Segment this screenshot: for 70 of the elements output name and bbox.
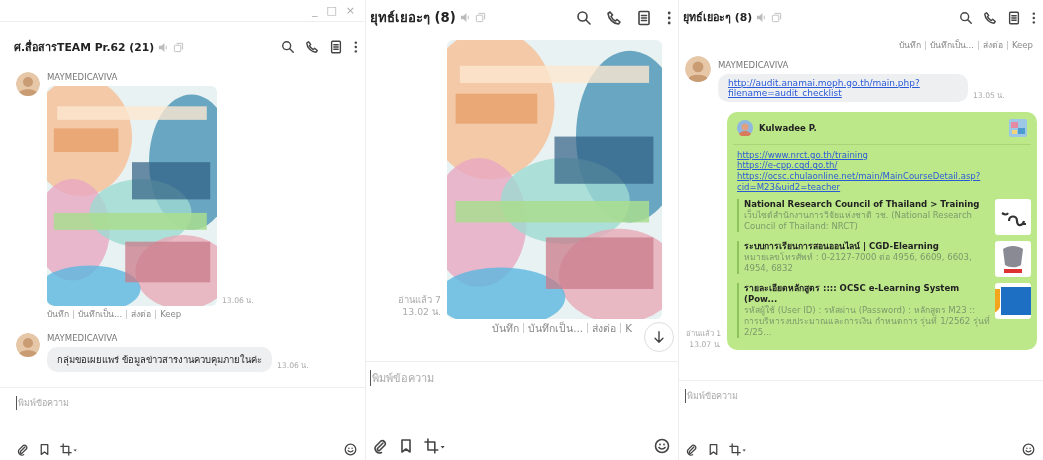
message-action[interactable]: บันทึกเป็น... (924, 41, 978, 50)
emoji-icon[interactable] (344, 443, 357, 456)
phone-icon[interactable] (305, 40, 320, 54)
message-action[interactable]: K (620, 323, 636, 334)
window-control[interactable]: × (345, 4, 355, 17)
message-action[interactable]: Keep (155, 310, 186, 319)
sender-name: MAYMEDICAVIVA (47, 332, 118, 343)
link[interactable]: https://ocsc.chulaonline.net/main/MainCourseDetail.asp? (737, 170, 981, 182)
phone-icon[interactable] (605, 9, 622, 26)
message-action[interactable]: บันทึกเป็น... (73, 310, 127, 319)
more-icon[interactable] (353, 40, 359, 54)
message-action[interactable]: บันทึก (898, 41, 925, 50)
crop-icon[interactable] (729, 443, 747, 456)
notes-icon[interactable] (1007, 10, 1022, 25)
message-input[interactable]: พิมพ์ข้อความ (685, 389, 887, 403)
read-receipt: อ่านแล้ว 7 (398, 293, 441, 307)
avatar (16, 332, 40, 357)
link[interactable]: cid=M23&uid2=teacher (737, 181, 841, 193)
message-action[interactable]: ส่งต่อ (977, 41, 1007, 50)
bookmark-icon[interactable] (707, 443, 720, 456)
message-action[interactable]: บันทึก (492, 323, 524, 334)
preview-description: หมายเลขโทรศัพท์ : 0-2127-7000 ต่อ 4956, 6609, 6603, 4954, 6832 (744, 251, 973, 275)
preview-description: รหัสผู้ใช้ (User ID) : รหัสผ่าน (Password) : หลักสูตร M23 :: การบริหารงบประมาณและการเงิน กำหนดการ รุ่นที่ 1/2562 รุ่นที่ 2/25... (744, 304, 991, 338)
link[interactable]: https://www.nrct.go.th/training (737, 149, 869, 161)
window-control[interactable]: □ (326, 4, 337, 17)
avatar (737, 119, 753, 136)
avatar (685, 55, 711, 82)
link[interactable]: https://e-cpp.cgd.go.th/ (737, 160, 838, 171)
bookmark-icon[interactable] (38, 443, 51, 456)
link[interactable]: http://audit.anamai.moph.go.th/main.php? (728, 77, 920, 88)
message-bubble: กลุ่มขอเผยแพร่ ข้อมูลข่าวสารงานควบคุมภายในค่ะ (47, 346, 272, 372)
window-control[interactable]: _ (311, 4, 318, 17)
preview-description: เว็บไซต์สำนักงานการวิจัยแห่งชาติ วช. (National Research Council of Thailand: NRCT) (744, 209, 974, 233)
arrow-down-icon (652, 330, 666, 344)
preview-title[interactable]: รายละเอียดหลักสูตร :::: OCSC e-Learning System (Pow... (744, 283, 991, 305)
avatar (16, 72, 40, 96)
message-action[interactable]: ส่งต่อ (126, 310, 156, 319)
message-input[interactable]: พิมพ์ข้อความ (16, 396, 218, 410)
sender-name: MAYMEDICAVIVA (718, 59, 789, 70)
link[interactable]: filename=audit_checklist (728, 87, 842, 98)
chat-title: ยุทธ์เยอะๆ (8) (370, 9, 456, 28)
search-icon[interactable] (959, 10, 974, 25)
notes-icon[interactable] (635, 9, 652, 26)
chat-title: ศ.สื่อสารTEAM Pr.62 (21) (14, 38, 155, 56)
emoji-icon[interactable] (654, 438, 670, 454)
crop-icon[interactable] (60, 443, 78, 456)
notes-icon[interactable] (329, 40, 344, 54)
message-action[interactable]: ส่งต่อ (587, 323, 621, 334)
phone-icon[interactable] (983, 10, 998, 25)
message-action[interactable]: บันทึก (47, 310, 73, 319)
sender-name: Kulwadee P. (759, 122, 817, 133)
preview-title[interactable]: National Research Council of Thailand > Training (744, 199, 991, 210)
message-input[interactable]: พิมพ์ข้อความ (370, 370, 572, 386)
crop-icon[interactable] (424, 438, 446, 454)
preview-title[interactable]: ระบบการเรียนการสอนออนไลน์ | CGD-Elearning (744, 241, 991, 252)
chat-title: ยุทธ์เยอะๆ (8) (683, 10, 753, 26)
message-time: 13.02 น. (402, 306, 441, 319)
search-icon[interactable] (575, 9, 592, 26)
emoji-icon[interactable] (1022, 443, 1035, 456)
more-icon[interactable] (1031, 10, 1037, 25)
sender-name: MAYMEDICAVIVA (47, 72, 118, 82)
paperclip-icon[interactable] (372, 438, 388, 454)
more-icon[interactable] (665, 9, 672, 26)
search-icon[interactable] (281, 40, 296, 54)
paperclip-icon[interactable] (16, 443, 29, 456)
scroll-down-button[interactable] (644, 322, 674, 352)
message-action[interactable]: Keep (1006, 41, 1037, 50)
paperclip-icon[interactable] (685, 443, 698, 456)
message-action[interactable]: บันทึกเป็น... (523, 323, 588, 334)
bookmark-icon[interactable] (398, 438, 414, 454)
